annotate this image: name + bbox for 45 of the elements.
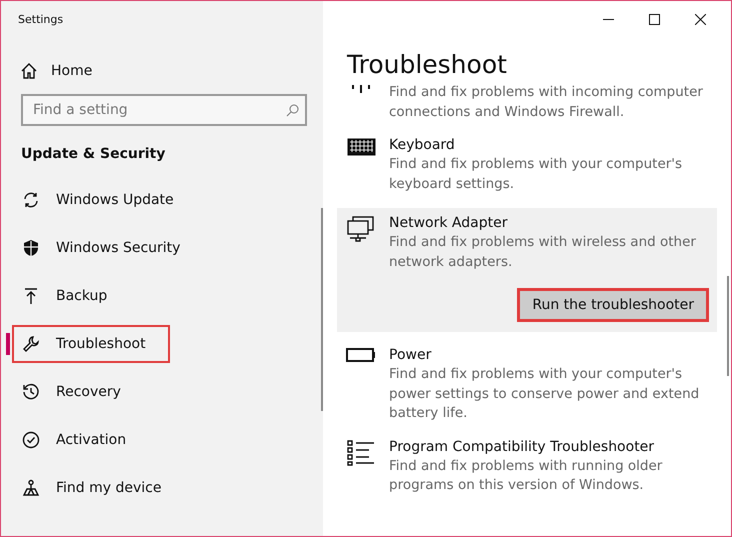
run-troubleshooter-button[interactable]: Run the troubleshooter [517, 288, 709, 322]
history-icon [22, 383, 40, 401]
person-location-icon [22, 479, 40, 497]
home-icon [21, 63, 37, 79]
home-link[interactable]: Home [21, 63, 323, 79]
sidebar-item[interactable]: Windows Update [12, 181, 184, 219]
sidebar-item[interactable]: Backup [12, 277, 170, 315]
sidebar-item[interactable]: Windows Security [12, 229, 190, 267]
scrollbar[interactable] [321, 208, 323, 411]
troubleshooter-description: Find and fix problems with wireless and other network adapters. [389, 233, 697, 272]
shield-icon [22, 239, 40, 257]
troubleshooter-item[interactable]: Keyboard Find and fix problems with your computer's keyboard settings. [337, 136, 717, 194]
troubleshooter-title: Program Compatibility Troubleshooter [389, 438, 656, 456]
network-computers-icon [347, 216, 375, 242]
search-field[interactable]: Find a setting [21, 94, 307, 126]
troubleshooter-description: Find and fix problems with your computer's power settings to conserve power and extend battery life. [389, 365, 700, 423]
battery-icon [346, 348, 376, 362]
troubleshooter-title: Power [389, 346, 432, 365]
troubleshooter-title: Network Adapter [389, 214, 508, 233]
sidebar-item[interactable]: Activation [12, 421, 170, 459]
wrench-icon [22, 335, 40, 353]
sidebar-item[interactable]: Find my device [12, 469, 172, 507]
troubleshooter-item[interactable]: Program Compatibility Troubleshooter Find and fix problems with running older programs on this version of Windows. [337, 438, 717, 496]
troubleshooter-item[interactable]: Network Adapter Find and fix problems with wireless and other network adapters. Run the troubleshooter [337, 208, 717, 332]
troubleshooter-description: Find and fix problems with running older programs on this version of Windows. [389, 456, 664, 495]
troubleshooter-description: Find and fix problems with incoming computer connections and Windows Firewall. [389, 83, 704, 122]
window-title: Settings [17, 12, 64, 28]
minimize-icon [602, 18, 614, 20]
search-icon [286, 104, 299, 117]
troubleshooter-title: Keyboard [389, 136, 456, 155]
sidebar-item[interactable]: Recovery [12, 373, 170, 411]
check-circle-icon [22, 431, 40, 449]
checklist-icon [347, 440, 375, 466]
troubleshooter-item[interactable]: Find and fix problems with incoming computer connections and Windows Firewall. [337, 83, 717, 122]
page-title: Troubleshoot [347, 50, 508, 79]
section-heading: Update & Security [21, 146, 166, 162]
close-icon [694, 14, 706, 24]
troubleshooter-item[interactable]: Power Find and fix problems with your computer's power settings to conserve power and extend battery life. [337, 346, 717, 424]
keyboard-icon [346, 138, 376, 156]
sidebar-item[interactable]: Troubleshoot [12, 325, 170, 363]
scrollbar[interactable] [727, 276, 729, 376]
maximize-icon [648, 14, 660, 24]
refresh-icon [22, 191, 40, 209]
troubleshooter-description: Find and fix problems with your computer's keyboard settings. [389, 155, 684, 194]
upload-icon [22, 287, 40, 305]
